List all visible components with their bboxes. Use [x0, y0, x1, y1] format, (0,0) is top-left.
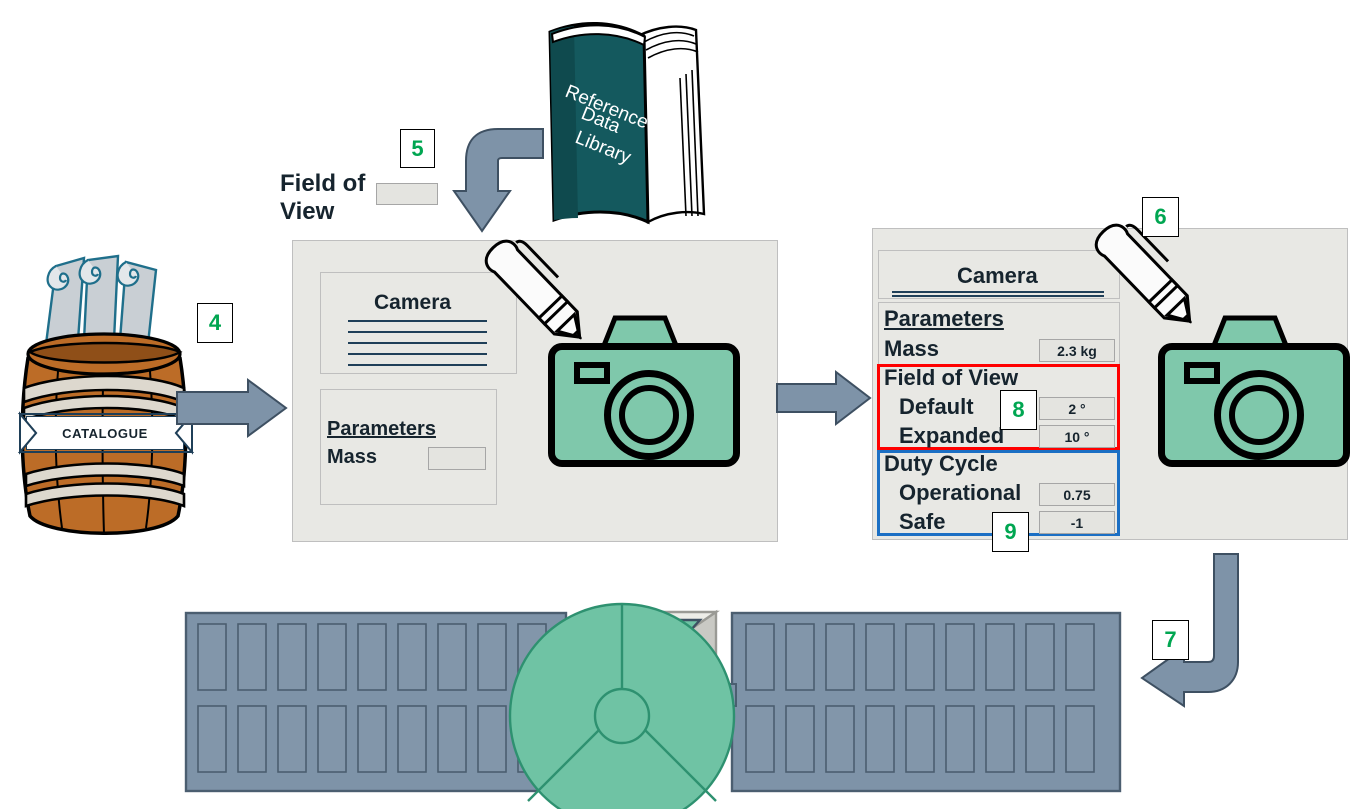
camera-lens-inner-right	[1229, 385, 1289, 445]
fov-row-1-field[interactable]: 10 °	[1039, 425, 1115, 448]
fov-row-1-label: Expanded	[899, 423, 1005, 448]
camera-viewfinder-right	[1184, 362, 1220, 384]
step-badge-8-label: 8	[1012, 397, 1025, 422]
camera-viewfinder-left	[574, 362, 610, 384]
reference-data-library-book: Reference Data Library	[528, 18, 718, 244]
left-params-row-0-label: Mass	[327, 446, 378, 468]
fov-callout-label-line1: Field of	[280, 170, 366, 197]
step-badge-4-label: 4	[208, 310, 222, 335]
step-badge-9-label: 9	[1004, 519, 1017, 544]
left-params-row-0-field[interactable]	[428, 447, 486, 470]
step-badge-9: 9	[992, 512, 1029, 552]
fov-group-heading: Field of View	[884, 365, 1019, 390]
fov-callout-label-line2: View	[280, 198, 335, 225]
diagram-canvas: CATALOGUE 4 Field of View 5 Reference Da…	[0, 0, 1364, 809]
duty-cycle-group-heading: Duty Cycle	[884, 451, 998, 476]
left-title-card-label: Camera	[374, 291, 452, 314]
left-params-heading: Parameters	[327, 418, 436, 440]
arrow-definition-to-values	[776, 369, 872, 427]
duty-cycle-row-0-value: 0.75	[1063, 486, 1091, 503]
fov-row-1-value: 10 °	[1064, 428, 1090, 445]
duty-cycle-row-1-label: Safe	[899, 509, 946, 534]
spacecraft-illustration	[180, 588, 1130, 809]
fov-callout-value-field[interactable]	[376, 183, 438, 205]
step-badge-4: 4	[197, 303, 233, 343]
step-badge-6-label: 6	[1154, 204, 1167, 229]
fov-row-0-label: Default	[899, 394, 974, 419]
duty-cycle-row-1-field[interactable]: -1	[1039, 511, 1115, 534]
right-params-heading: Parameters	[884, 306, 1004, 331]
camera-icon-right	[1158, 315, 1350, 470]
arrow-catalogue-to-definition	[176, 378, 288, 438]
fov-row-0-value: 2 °	[1068, 400, 1086, 417]
step-badge-7-label: 7	[1164, 627, 1177, 652]
step-badge-5-label: 5	[411, 135, 424, 161]
duty-cycle-row-0-label: Operational	[899, 480, 1022, 505]
step-badge-8: 8	[1000, 390, 1037, 430]
camera-lens-inner-left	[619, 385, 679, 445]
right-title-card-label: Camera	[957, 263, 1038, 288]
step-badge-6: 6	[1142, 197, 1179, 237]
fov-row-0-field[interactable]: 2 °	[1039, 397, 1115, 420]
camera-icon-left	[548, 315, 740, 470]
step-badge-5: 5	[400, 129, 435, 168]
right-params-row-0-label: Mass	[884, 336, 940, 361]
step-badge-7: 7	[1152, 620, 1189, 660]
duty-cycle-row-0-field[interactable]: 0.75	[1039, 483, 1115, 506]
duty-cycle-row-1-value: -1	[1070, 514, 1084, 531]
